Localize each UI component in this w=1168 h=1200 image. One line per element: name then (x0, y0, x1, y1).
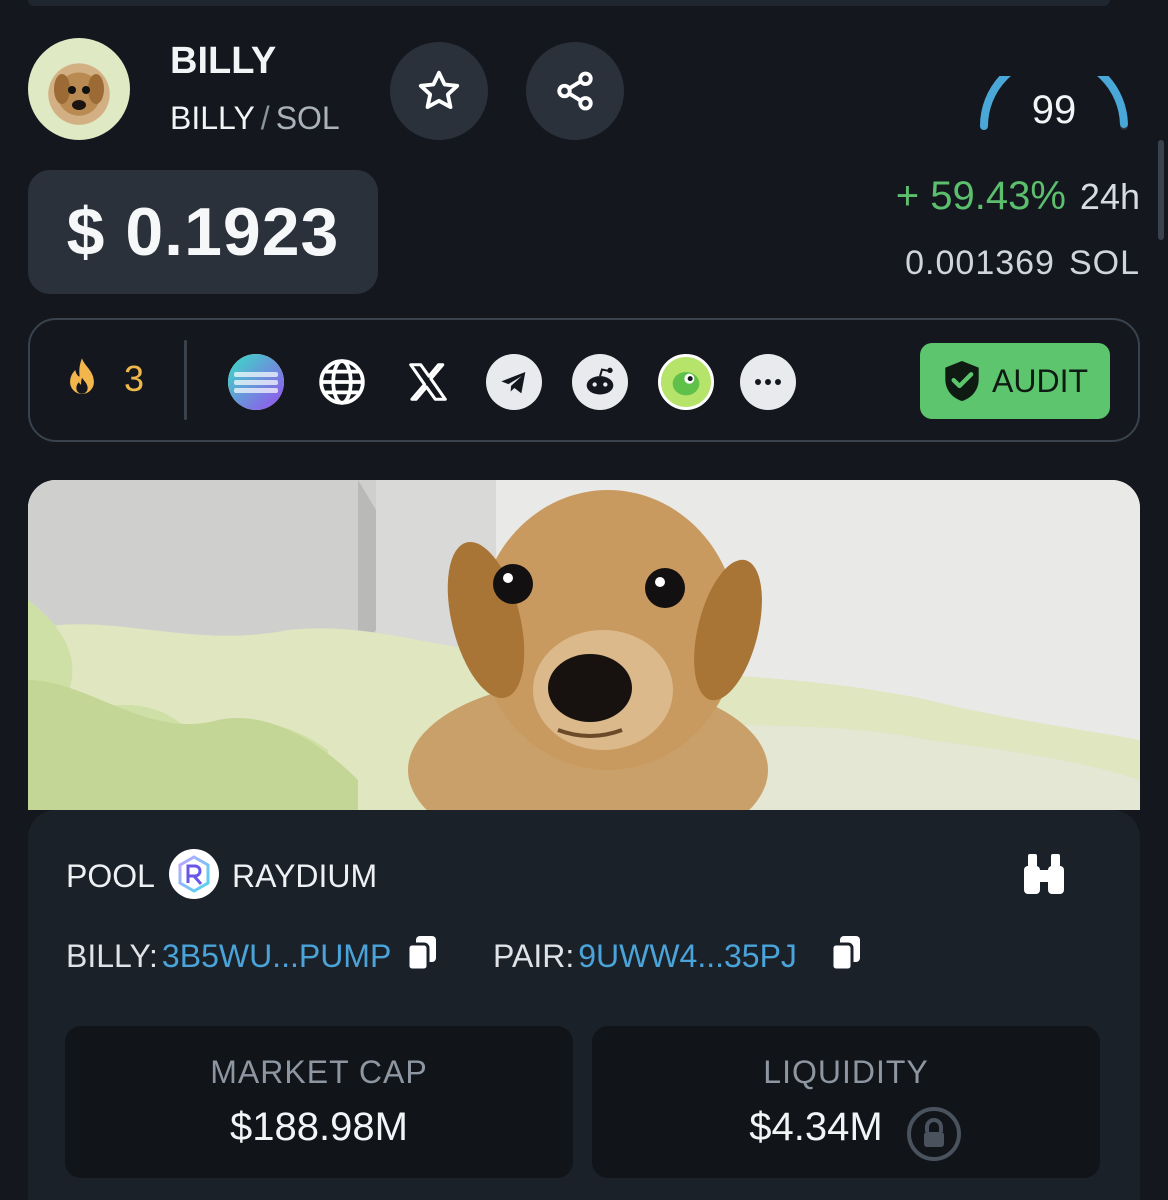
sol-unit: SOL (1068, 244, 1140, 282)
pair-address-label: PAIR: (493, 938, 575, 974)
scrollbar[interactable] (1158, 140, 1164, 240)
liquidity-value: $4.34M (749, 1105, 883, 1149)
raydium-logo-icon (169, 849, 219, 899)
pair-address-line: PAIR: 9UWW4...35PJ (493, 938, 797, 975)
fire-icon[interactable] (56, 354, 108, 408)
market-cap-label: MARKET CAP (210, 1054, 428, 1090)
shield-check-icon (945, 361, 979, 401)
links-bar: 3 AUDIT (28, 318, 1140, 442)
market-cap-card: MARKET CAP $188.98M (65, 1026, 573, 1178)
links-divider (184, 340, 187, 420)
copy-pair-address-icon[interactable] (828, 934, 864, 974)
coingecko-icon[interactable] (658, 354, 714, 410)
token-banner-image (28, 480, 1140, 810)
token-address-line: BILLY: 3B5WU...PUMP (66, 938, 391, 975)
sol-price: 0.001369 SOL (905, 244, 1140, 283)
star-icon (418, 70, 460, 110)
share-icon (557, 71, 593, 111)
token-avatar (28, 38, 130, 140)
reddit-icon[interactable] (572, 354, 628, 410)
share-button[interactable] (526, 42, 624, 140)
market-cap-value: $188.98M (230, 1105, 408, 1149)
audit-button[interactable]: AUDIT (920, 343, 1110, 419)
lock-icon (907, 1107, 961, 1161)
pair-symbols: BILLY / SOL (170, 100, 340, 137)
quote-symbol: SOL (275, 100, 340, 136)
change-period: 24h (1079, 176, 1140, 217)
pair-address[interactable]: 9UWW4...35PJ (578, 938, 797, 974)
sol-value: 0.001369 (905, 244, 1055, 282)
trending-count: 3 (124, 358, 145, 399)
pool-label: POOL (66, 858, 155, 894)
telegram-icon[interactable] (486, 354, 542, 410)
change-percent: + 59.43% (895, 174, 1066, 218)
token-name: BILLY (170, 40, 277, 82)
liquidity-card: LIQUIDITY $4.34M (592, 1026, 1100, 1178)
copy-token-address-icon[interactable] (404, 934, 440, 974)
price-box: $ 0.1923 (28, 170, 378, 294)
globe-icon[interactable] (314, 354, 370, 410)
binoculars-icon[interactable] (1020, 852, 1068, 896)
price-change: + 59.43% 24h (896, 174, 1140, 219)
dex-name: RAYDIUM (232, 858, 378, 894)
token-address-label: BILLY: (66, 938, 158, 974)
base-symbol: BILLY (170, 100, 255, 136)
favorite-button[interactable] (390, 42, 488, 140)
solana-icon[interactable] (228, 354, 284, 410)
score-value: 99 (1031, 88, 1077, 132)
pair-separator: / (260, 100, 270, 136)
token-address[interactable]: 3B5WU...PUMP (162, 938, 391, 974)
pool-panel: POOL RAYDIUM BILLY: 3B5WU...PUMP PAIR: 9UW… (28, 810, 1140, 1200)
more-icon[interactable] (740, 354, 796, 410)
top-card-edge (28, 0, 1110, 6)
audit-label: AUDIT (992, 362, 1088, 399)
liquidity-label: LIQUIDITY (763, 1054, 929, 1090)
usd-price: $ 0.1923 (66, 194, 340, 270)
x-icon[interactable] (400, 354, 456, 410)
